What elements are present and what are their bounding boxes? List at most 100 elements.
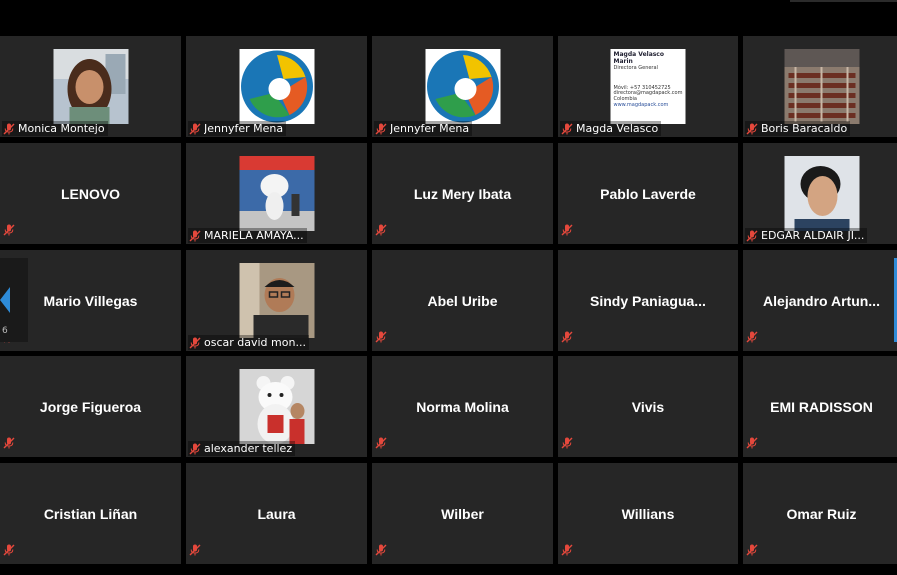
muted-mic-icon: [746, 544, 758, 556]
participant-name: Luz Mery Ibata: [413, 185, 512, 202]
participant-tile[interactable]: Jennyfer Mena: [186, 36, 367, 137]
mute-indicator: [561, 330, 573, 348]
muted-mic-icon: [375, 544, 387, 556]
chevron-left-icon: [0, 287, 10, 313]
muted-mic-icon: [189, 443, 201, 454]
participant-footer: alexander tellez: [188, 441, 296, 456]
participant-name: Norma Molina: [416, 398, 509, 415]
muted-mic-icon: [189, 123, 201, 134]
participant-tile[interactable]: Alejandro Artun...: [743, 250, 897, 351]
previous-page-button[interactable]: 6: [0, 258, 28, 342]
participant-name: alexander tellez: [204, 442, 293, 455]
participant-tile[interactable]: MARIELA AMAYA...: [186, 143, 367, 244]
participant-tile[interactable]: EDGAR ALDAIR JI...: [743, 143, 897, 244]
muted-mic-icon: [746, 230, 758, 241]
muted-mic-icon: [3, 437, 15, 449]
participant-video: [239, 369, 314, 444]
muted-mic-icon: [561, 437, 573, 449]
mute-indicator: [561, 436, 573, 454]
participant-name: Omar Ruiz: [786, 505, 857, 522]
participant-tile[interactable]: Willians: [558, 463, 738, 564]
participant-name: Sindy Paniagua...: [590, 292, 706, 309]
participant-tile[interactable]: Monica Montejo: [0, 36, 181, 137]
participant-tile[interactable]: Norma Molina: [372, 356, 553, 457]
mute-indicator: [375, 543, 387, 561]
participant-footer: Jennyfer Mena: [374, 121, 473, 136]
muted-mic-icon: [561, 331, 573, 343]
mute-indicator: [375, 436, 387, 454]
participant-name: oscar david mon...: [204, 336, 306, 349]
participant-tile[interactable]: Omar Ruiz: [743, 463, 897, 564]
mute-indicator: [561, 543, 573, 561]
muted-mic-icon: [375, 331, 387, 343]
mute-indicator: [3, 436, 15, 454]
gallery-grid: Monica Montejo Jennyfer Mena Jennyfer Me…: [0, 36, 897, 575]
participant-tile[interactable]: Sindy Paniagua...: [558, 250, 738, 351]
muted-mic-icon: [375, 437, 387, 449]
page-indicator: 6: [2, 326, 8, 336]
participant-name: Vivis: [631, 398, 665, 415]
participant-footer: Jennyfer Mena: [188, 121, 287, 136]
participant-name: Boris Baracaldo: [761, 122, 848, 135]
muted-mic-icon: [3, 544, 15, 556]
muted-mic-icon: [561, 123, 573, 134]
participant-tile[interactable]: Jorge Figueroa: [0, 356, 181, 457]
participant-tile[interactable]: alexander tellez: [186, 356, 367, 457]
participant-video: [239, 263, 314, 338]
participant-tile[interactable]: EMI RADISSON: [743, 356, 897, 457]
participant-tile[interactable]: Boris Baracaldo: [743, 36, 897, 137]
participant-footer: Magda Velasco: [560, 121, 662, 136]
muted-mic-icon: [561, 224, 573, 236]
participant-footer: MARIELA AMAYA...: [188, 228, 307, 243]
participant-tile[interactable]: Pablo Laverde: [558, 143, 738, 244]
participant-name: Wilber: [441, 505, 484, 522]
participant-tile[interactable]: Luz Mery Ibata: [372, 143, 553, 244]
card-website: www.magdapack.com: [613, 101, 669, 108]
participant-tile[interactable]: oscar david mon...: [186, 250, 367, 351]
participant-name: Jennyfer Mena: [390, 122, 470, 135]
participant-name: Alejandro Artun...: [763, 292, 880, 309]
muted-mic-icon: [375, 123, 387, 134]
participant-name: Abel Uribe: [427, 292, 498, 309]
participant-video: [425, 49, 500, 124]
participant-name: LENOVO: [60, 185, 121, 202]
mute-indicator: [3, 223, 15, 241]
participant-video: [239, 156, 314, 231]
participant-name: Cristian Liñan: [43, 505, 138, 522]
participant-video: [784, 156, 859, 231]
participant-name: EMI RADISSON: [770, 398, 873, 415]
muted-mic-icon: [375, 224, 387, 236]
muted-mic-icon: [189, 544, 201, 556]
muted-mic-icon: [3, 123, 15, 134]
mute-indicator: [3, 543, 15, 561]
participant-name: Laura: [257, 505, 296, 522]
participant-tile[interactable]: Magda Velasco Marin Directora General Mó…: [558, 36, 738, 137]
participant-tile[interactable]: LENOVO: [0, 143, 181, 244]
muted-mic-icon: [561, 544, 573, 556]
participant-tile[interactable]: Wilber: [372, 463, 553, 564]
participant-tile[interactable]: Laura: [186, 463, 367, 564]
top-bar-indicator: [790, 0, 897, 2]
participant-tile[interactable]: Vivis: [558, 356, 738, 457]
participant-footer: Monica Montejo: [2, 121, 108, 136]
participant-video: Magda Velasco Marin Directora General Mó…: [610, 49, 686, 124]
participant-tile[interactable]: Abel Uribe: [372, 250, 553, 351]
mute-indicator: [561, 223, 573, 241]
participant-name: MARIELA AMAYA...: [204, 229, 304, 242]
muted-mic-icon: [189, 230, 201, 241]
participant-footer: oscar david mon...: [188, 335, 309, 350]
participant-name: Willians: [621, 505, 675, 522]
mute-indicator: [189, 543, 201, 561]
muted-mic-icon: [746, 123, 758, 134]
mute-indicator: [746, 330, 758, 348]
muted-mic-icon: [189, 337, 201, 348]
participant-name: Jorge Figueroa: [39, 398, 142, 415]
muted-mic-icon: [3, 224, 15, 236]
participant-video: [239, 49, 314, 124]
participant-tile[interactable]: Cristian Liñan: [0, 463, 181, 564]
participant-tile[interactable]: Jennyfer Mena: [372, 36, 553, 137]
muted-mic-icon: [746, 331, 758, 343]
mute-indicator: [746, 436, 758, 454]
participant-video: [53, 49, 128, 124]
participant-name: Magda Velasco: [576, 122, 659, 135]
